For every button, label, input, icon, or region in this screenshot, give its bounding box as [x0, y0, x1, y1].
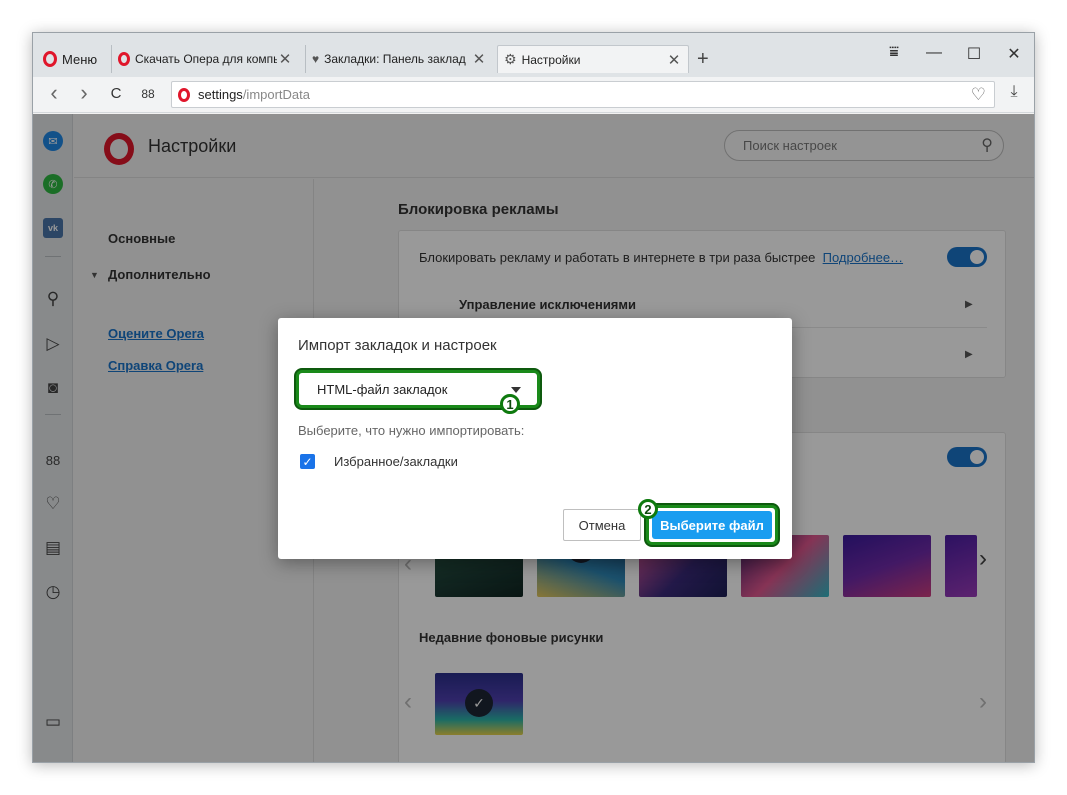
dialog-title: Импорт закладок и настроек	[298, 337, 497, 354]
tab-strip: Меню Скачать Опера для компь ✕ ♥ Закладк…	[33, 33, 1034, 77]
new-tab-button[interactable]: +	[697, 48, 709, 71]
tab-title: Настройки	[521, 52, 581, 67]
choose-file-button[interactable]: Выберите файл	[652, 511, 772, 539]
close-icon[interactable]: ✕	[666, 51, 682, 69]
minimize-button[interactable]: —	[919, 44, 949, 62]
heart-icon: ♥	[312, 52, 320, 66]
gear-icon: ⚙	[504, 51, 517, 67]
tab-settings[interactable]: ⚙ Настройки ✕	[497, 45, 689, 73]
tab-title: Скачать Опера для компь	[135, 52, 277, 66]
choose-file-highlight: Выберите файл	[646, 505, 778, 545]
tab-download-opera[interactable]: Скачать Опера для компь ✕	[111, 45, 299, 73]
import-dialog: Импорт закладок и настроек HTML-файл зак…	[278, 318, 792, 559]
import-source-select[interactable]: HTML-файл закладок	[303, 376, 531, 402]
select-value: HTML-файл закладок	[317, 381, 448, 397]
opera-favicon-icon	[118, 52, 130, 66]
opera-logo-icon	[43, 51, 57, 67]
back-button[interactable]: ‹	[43, 80, 65, 106]
step-badge-1: 1	[500, 394, 520, 414]
speed-dial-button[interactable]: 88	[137, 87, 159, 101]
url-path: /importData	[242, 87, 311, 102]
forward-button[interactable]: ›	[73, 80, 95, 106]
opera-menu-button[interactable]: Меню	[37, 46, 103, 72]
tab-menu-icon[interactable]: ⩸	[879, 44, 909, 62]
tab-bookmarks[interactable]: ♥ Закладки: Панель заклад ✕	[305, 45, 493, 73]
cancel-button[interactable]: Отмена	[563, 509, 641, 541]
close-icon[interactable]: ✕	[471, 50, 487, 68]
reload-button[interactable]: C	[105, 85, 127, 102]
opera-page-icon	[178, 87, 190, 102]
step-badge-2: 2	[638, 499, 658, 519]
maximize-button[interactable]: ☐	[959, 44, 989, 64]
download-icon[interactable]: ⤓	[1003, 83, 1025, 101]
bookmark-heart-icon[interactable]: ♡	[971, 85, 986, 105]
address-bar: ‹ › C 88 settings/importData ♡ ⤓	[33, 77, 1034, 113]
favorites-checkbox[interactable]: ✓	[300, 454, 315, 469]
tab-title: Закладки: Панель заклад	[324, 52, 466, 66]
close-window-button[interactable]: ✕	[999, 44, 1029, 64]
import-hint: Выберите, что нужно импортировать:	[298, 423, 525, 438]
favorites-checkbox-label: Избранное/закладки	[334, 454, 458, 469]
browser-window: Меню Скачать Опера для компь ✕ ♥ Закладк…	[32, 32, 1035, 763]
url-field[interactable]: settings/importData ♡	[171, 81, 995, 108]
url-host: settings	[198, 87, 243, 102]
close-icon[interactable]: ✕	[277, 50, 293, 68]
menu-label: Меню	[62, 51, 98, 67]
chevron-down-icon	[511, 387, 521, 393]
